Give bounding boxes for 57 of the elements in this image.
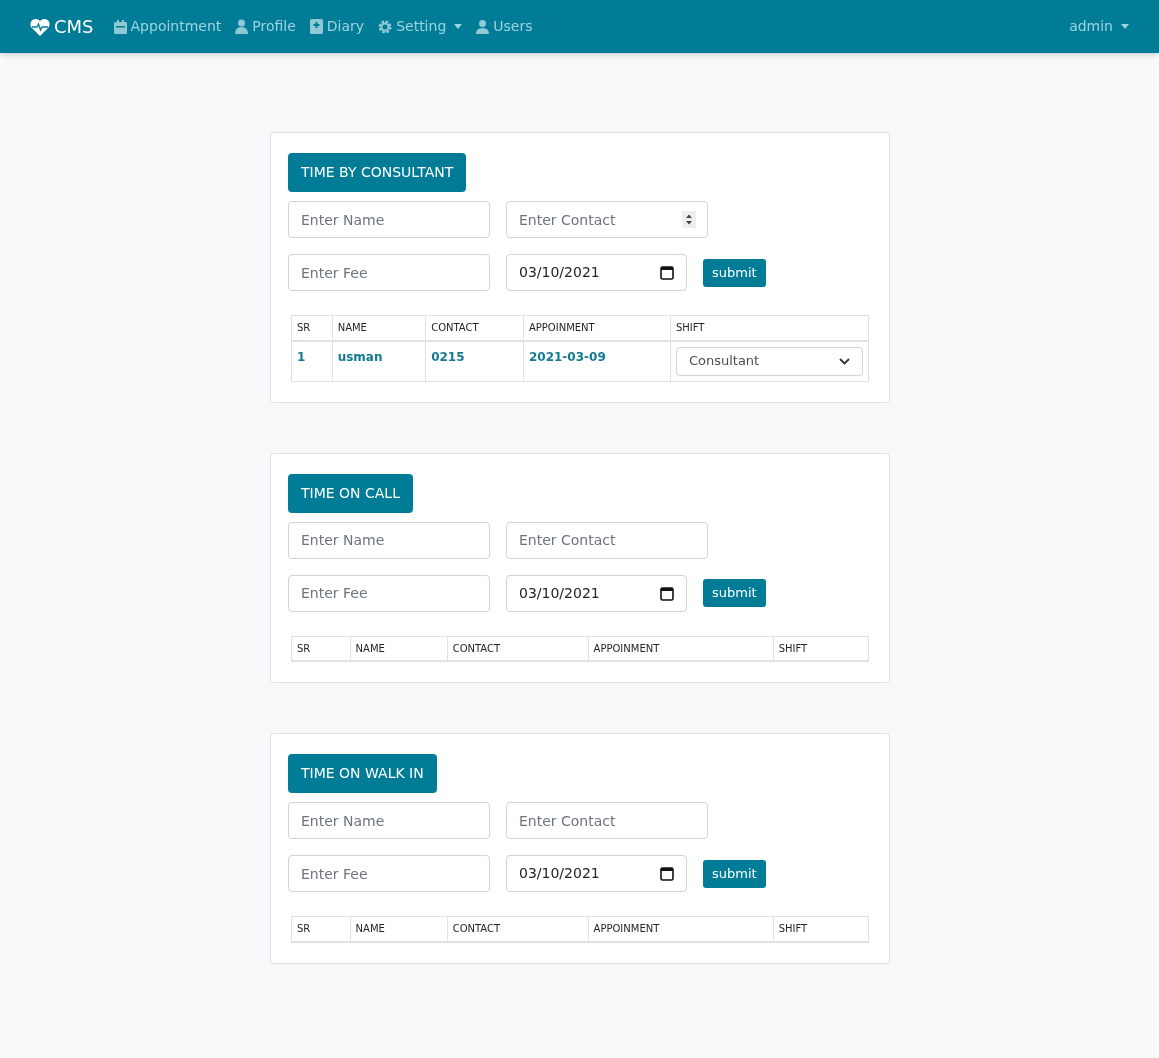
nav-link[interactable]: Setting bbox=[378, 16, 463, 37]
input-field[interactable]: Enter Name bbox=[288, 802, 490, 839]
table-cell: 1 bbox=[291, 340, 333, 381]
column-header: SHIFT bbox=[773, 916, 869, 942]
input-field[interactable]: Enter Name bbox=[288, 521, 490, 559]
column-header: SHIFT bbox=[773, 636, 869, 661]
column-header: CONTACT bbox=[447, 636, 589, 661]
date-field[interactable]: 03/10/2021 bbox=[506, 574, 687, 612]
column-header: NAME bbox=[332, 315, 426, 341]
calendar-icon[interactable] bbox=[660, 265, 674, 280]
shift-select[interactable]: Consultant bbox=[675, 346, 863, 376]
column-header: SR bbox=[291, 916, 351, 942]
column-header: APPOINMENT bbox=[523, 315, 671, 341]
column-header: NAME bbox=[350, 636, 448, 661]
brand-link[interactable]: CMS bbox=[30, 13, 94, 40]
spinner-icon[interactable] bbox=[682, 211, 696, 228]
caret-icon bbox=[1121, 24, 1129, 29]
column-header: APPOINMENT bbox=[588, 636, 774, 661]
column-header: CONTACT bbox=[447, 916, 589, 942]
calendar-icon[interactable] bbox=[660, 866, 674, 881]
chevron-down-icon bbox=[839, 357, 850, 365]
table-cell: usman bbox=[332, 340, 426, 381]
input-field[interactable]: Enter Contact bbox=[506, 521, 708, 559]
input-field[interactable]: Enter Name bbox=[288, 201, 490, 238]
section-title: TIME ON CALL bbox=[288, 473, 413, 513]
input-field[interactable]: Enter Fee bbox=[288, 574, 490, 612]
nav-link[interactable]: Appointment bbox=[113, 16, 222, 37]
section-title: TIME ON WALK IN bbox=[288, 754, 437, 793]
submit-button[interactable]: submit bbox=[703, 258, 766, 287]
section-title: TIME BY CONSULTANT bbox=[288, 153, 467, 192]
column-header: SR bbox=[291, 636, 351, 661]
heart-icon bbox=[30, 17, 50, 36]
submit-button[interactable]: submit bbox=[703, 859, 766, 888]
column-header: CONTACT bbox=[425, 315, 524, 341]
table-cell: 0215 bbox=[425, 340, 524, 381]
column-header: SR bbox=[291, 315, 333, 341]
settings-icon bbox=[378, 19, 393, 34]
column-header: SHIFT bbox=[670, 315, 869, 341]
person-icon bbox=[235, 19, 249, 34]
submit-button[interactable]: submit bbox=[703, 579, 766, 607]
input-field[interactable]: Enter Fee bbox=[288, 855, 490, 892]
calendar-icon bbox=[113, 19, 127, 34]
column-header: NAME bbox=[350, 916, 448, 942]
calendar-icon[interactable] bbox=[660, 585, 674, 601]
input-field[interactable]: Enter Contact bbox=[506, 201, 708, 238]
input-field[interactable]: Enter Fee bbox=[288, 254, 490, 291]
nav-link[interactable]: Profile bbox=[235, 16, 296, 37]
nav-link[interactable]: Users bbox=[476, 16, 533, 37]
table-cell: 2021-03-09 bbox=[523, 340, 671, 381]
date-field[interactable]: 03/10/2021 bbox=[506, 855, 687, 892]
user-menu[interactable]: admin bbox=[1069, 16, 1129, 37]
input-field[interactable]: Enter Contact bbox=[506, 802, 708, 839]
column-header: APPOINMENT bbox=[588, 916, 774, 942]
nav-link[interactable]: Diary bbox=[309, 16, 365, 37]
date-field[interactable]: 03/10/2021 bbox=[506, 254, 687, 291]
user-icon bbox=[476, 19, 490, 34]
book-icon bbox=[309, 19, 323, 34]
